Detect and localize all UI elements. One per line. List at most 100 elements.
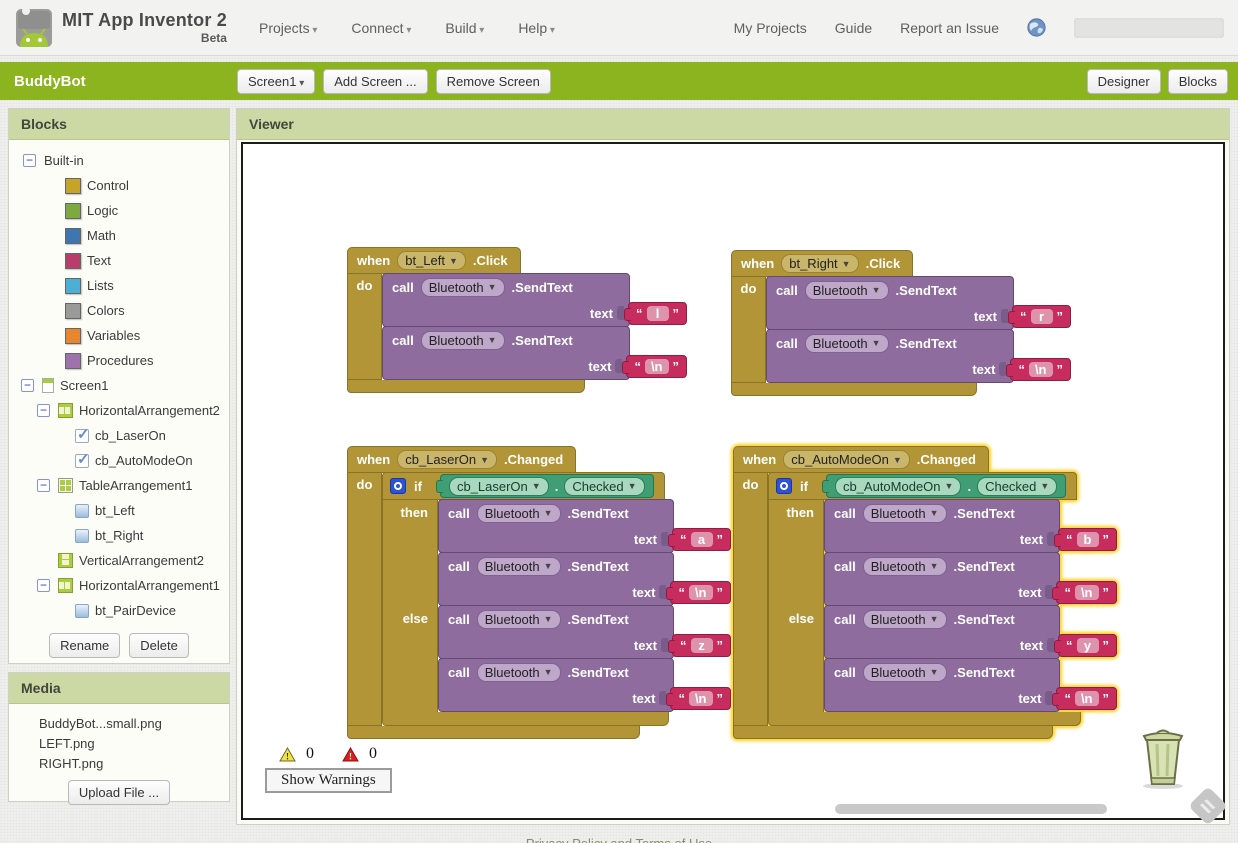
text-value-field[interactable]: \n (1074, 690, 1099, 706)
text-value-field[interactable]: r (1030, 308, 1053, 324)
value-socket[interactable] (659, 691, 667, 705)
tree-item-control[interactable]: Control (9, 173, 229, 198)
tree-item-bt_right[interactable]: bt_Right (9, 523, 229, 548)
component-dropdown[interactable]: cb_LaserOn ▼ (448, 476, 549, 496)
property-getter-block[interactable]: cb_LaserOn ▼. Checked ▼ (435, 474, 654, 498)
text-string-block[interactable]: “a” (668, 527, 731, 551)
tree-item-screen1[interactable]: − Screen1 (9, 373, 229, 398)
text-value-field[interactable]: b (1076, 531, 1099, 547)
media-file[interactable]: BuddyBot...small.png (39, 714, 229, 734)
text-string-block[interactable]: “b” (1054, 527, 1117, 551)
collapse-toggle-icon[interactable]: − (21, 379, 34, 392)
text-string-block[interactable]: “\n” (1052, 686, 1117, 710)
value-socket[interactable] (615, 359, 623, 373)
value-socket[interactable] (1045, 585, 1053, 599)
tree-item-lists[interactable]: Lists (9, 273, 229, 298)
value-socket[interactable] (1045, 691, 1053, 705)
call-block[interactable]: call Bluetooth ▼ .SendText text “z” (438, 605, 731, 659)
tree-item-cb_automodeon[interactable]: cb_AutoModeOn (9, 448, 229, 473)
add-screen-button[interactable]: Add Screen ... (323, 68, 428, 94)
language-globe-icon[interactable] (1027, 18, 1046, 37)
text-string-block[interactable]: “r” (1008, 304, 1071, 328)
media-file[interactable]: RIGHT.png (39, 754, 229, 774)
link-guide[interactable]: Guide (835, 20, 872, 36)
component-dropdown[interactable]: bt_Left ▼ (397, 251, 466, 270)
when-event-block[interactable]: when cb_AutoModeOn ▼ .Changed do if cb_AutoMod… (733, 446, 1117, 739)
media-file[interactable]: LEFT.png (39, 734, 229, 754)
text-value-field[interactable]: l (646, 305, 669, 321)
text-string-block[interactable]: “\n” (1052, 580, 1117, 604)
tree-item-logic[interactable]: Logic (9, 198, 229, 223)
tree-item-math[interactable]: Math (9, 223, 229, 248)
collapse-toggle-icon[interactable]: − (37, 404, 50, 417)
tree-item-tablearrangement1[interactable]: − TableArrangement1 (9, 473, 229, 498)
value-socket[interactable] (1047, 638, 1054, 652)
tree-item-colors[interactable]: Colors (9, 298, 229, 323)
text-value-field[interactable]: \n (688, 690, 713, 706)
tree-item-horizontalarrangement2[interactable]: − HorizontalArrangement2 (9, 398, 229, 423)
tree-item-bt_pairdevice[interactable]: bt_PairDevice (9, 598, 229, 623)
designer-view-button[interactable]: Designer (1086, 68, 1161, 94)
trash-can-icon[interactable] (1137, 726, 1189, 790)
component-dropdown[interactable]: Bluetooth ▼ (804, 280, 889, 300)
text-value-field[interactable]: \n (1028, 361, 1053, 377)
rename-button[interactable]: Rename (49, 633, 121, 658)
menu-help[interactable]: Help (518, 20, 555, 36)
text-value-field[interactable]: \n (644, 358, 669, 374)
when-event-block[interactable]: when bt_Right ▼ .Click do call Bluetooth ▼ .Send… (731, 250, 1071, 396)
when-event-block[interactable]: when bt_Left ▼ .Click do call Bluetooth ▼ .SendT… (347, 247, 687, 393)
value-socket[interactable] (1047, 532, 1054, 546)
call-block[interactable]: call Bluetooth ▼ .SendText text “\n” (766, 329, 1071, 383)
text-string-block[interactable]: “\n” (666, 686, 731, 710)
component-dropdown[interactable]: Bluetooth ▼ (862, 609, 947, 629)
call-block[interactable]: call Bluetooth ▼ .SendText text “r” (766, 276, 1071, 330)
value-socket[interactable] (661, 532, 668, 546)
link-my-projects[interactable]: My Projects (734, 20, 807, 36)
component-dropdown[interactable]: Bluetooth ▼ (476, 662, 561, 682)
call-block[interactable]: call Bluetooth ▼ .SendText text “l” (382, 273, 687, 327)
value-socket[interactable] (617, 306, 624, 320)
call-block[interactable]: call Bluetooth ▼ .SendText text “\n” (824, 552, 1117, 606)
component-dropdown[interactable]: Bluetooth ▼ (862, 662, 947, 682)
text-string-block[interactable]: “\n” (1006, 357, 1071, 381)
component-dropdown[interactable]: cb_AutoModeOn ▼ (834, 476, 962, 496)
tree-item-horizontalarrangement1[interactable]: − HorizontalArrangement1 (9, 573, 229, 598)
call-block[interactable]: call Bluetooth ▼ .SendText text “a” (438, 499, 731, 553)
tree-item-bt_left[interactable]: bt_Left (9, 498, 229, 523)
component-dropdown[interactable]: bt_Right ▼ (781, 254, 859, 273)
menu-projects[interactable]: Projects (259, 20, 317, 36)
tree-item-procedures[interactable]: Procedures (9, 348, 229, 373)
text-string-block[interactable]: “\n” (666, 580, 731, 604)
if-block[interactable]: if cb_LaserOn ▼. Checked ▼ then call Bluetooth ▼… (382, 472, 731, 726)
property-dropdown[interactable]: Checked ▼ (977, 476, 1058, 496)
component-dropdown[interactable]: cb_AutoModeOn ▼ (783, 450, 910, 469)
component-dropdown[interactable]: Bluetooth ▼ (476, 609, 561, 629)
when-event-block[interactable]: when cb_LaserOn ▼ .Changed do if cb_LaserOn ▼. C… (347, 446, 731, 739)
text-value-field[interactable]: \n (1074, 584, 1099, 600)
app-logo[interactable]: MIT App Inventor 2 Beta (14, 6, 229, 49)
call-block[interactable]: call Bluetooth ▼ .SendText text “y” (824, 605, 1117, 659)
component-dropdown[interactable]: Bluetooth ▼ (476, 503, 561, 523)
tree-item-variables[interactable]: Variables (9, 323, 229, 348)
if-block[interactable]: if cb_AutoModeOn ▼. Checked ▼ then call Bluetoo… (768, 472, 1117, 726)
tree-item-text[interactable]: Text (9, 248, 229, 273)
link-report-issue[interactable]: Report an Issue (900, 20, 999, 36)
mutator-gear-icon[interactable] (776, 478, 792, 494)
blocks-view-button[interactable]: Blocks (1167, 68, 1228, 94)
menu-connect[interactable]: Connect (351, 20, 411, 36)
text-value-field[interactable]: z (690, 637, 713, 653)
text-value-field[interactable]: a (690, 531, 713, 547)
property-getter-block[interactable]: cb_AutoModeOn ▼. Checked ▼ (821, 474, 1067, 498)
footer-link[interactable]: Privacy Policy and Terms of Use (526, 836, 712, 843)
component-dropdown[interactable]: Bluetooth ▼ (862, 556, 947, 576)
call-block[interactable]: call Bluetooth ▼ .SendText text “b” (824, 499, 1117, 553)
collapse-toggle-icon[interactable]: − (37, 479, 50, 492)
text-string-block[interactable]: “\n” (622, 354, 687, 378)
component-dropdown[interactable]: Bluetooth ▼ (420, 277, 505, 297)
component-dropdown[interactable]: cb_LaserOn ▼ (397, 450, 497, 469)
property-dropdown[interactable]: Checked ▼ (564, 476, 645, 496)
call-block[interactable]: call Bluetooth ▼ .SendText text “\n” (438, 552, 731, 606)
value-socket[interactable] (1001, 309, 1008, 323)
tree-item-built-in[interactable]: − Built-in (9, 148, 229, 173)
warning-icon[interactable]: ! (279, 746, 296, 762)
